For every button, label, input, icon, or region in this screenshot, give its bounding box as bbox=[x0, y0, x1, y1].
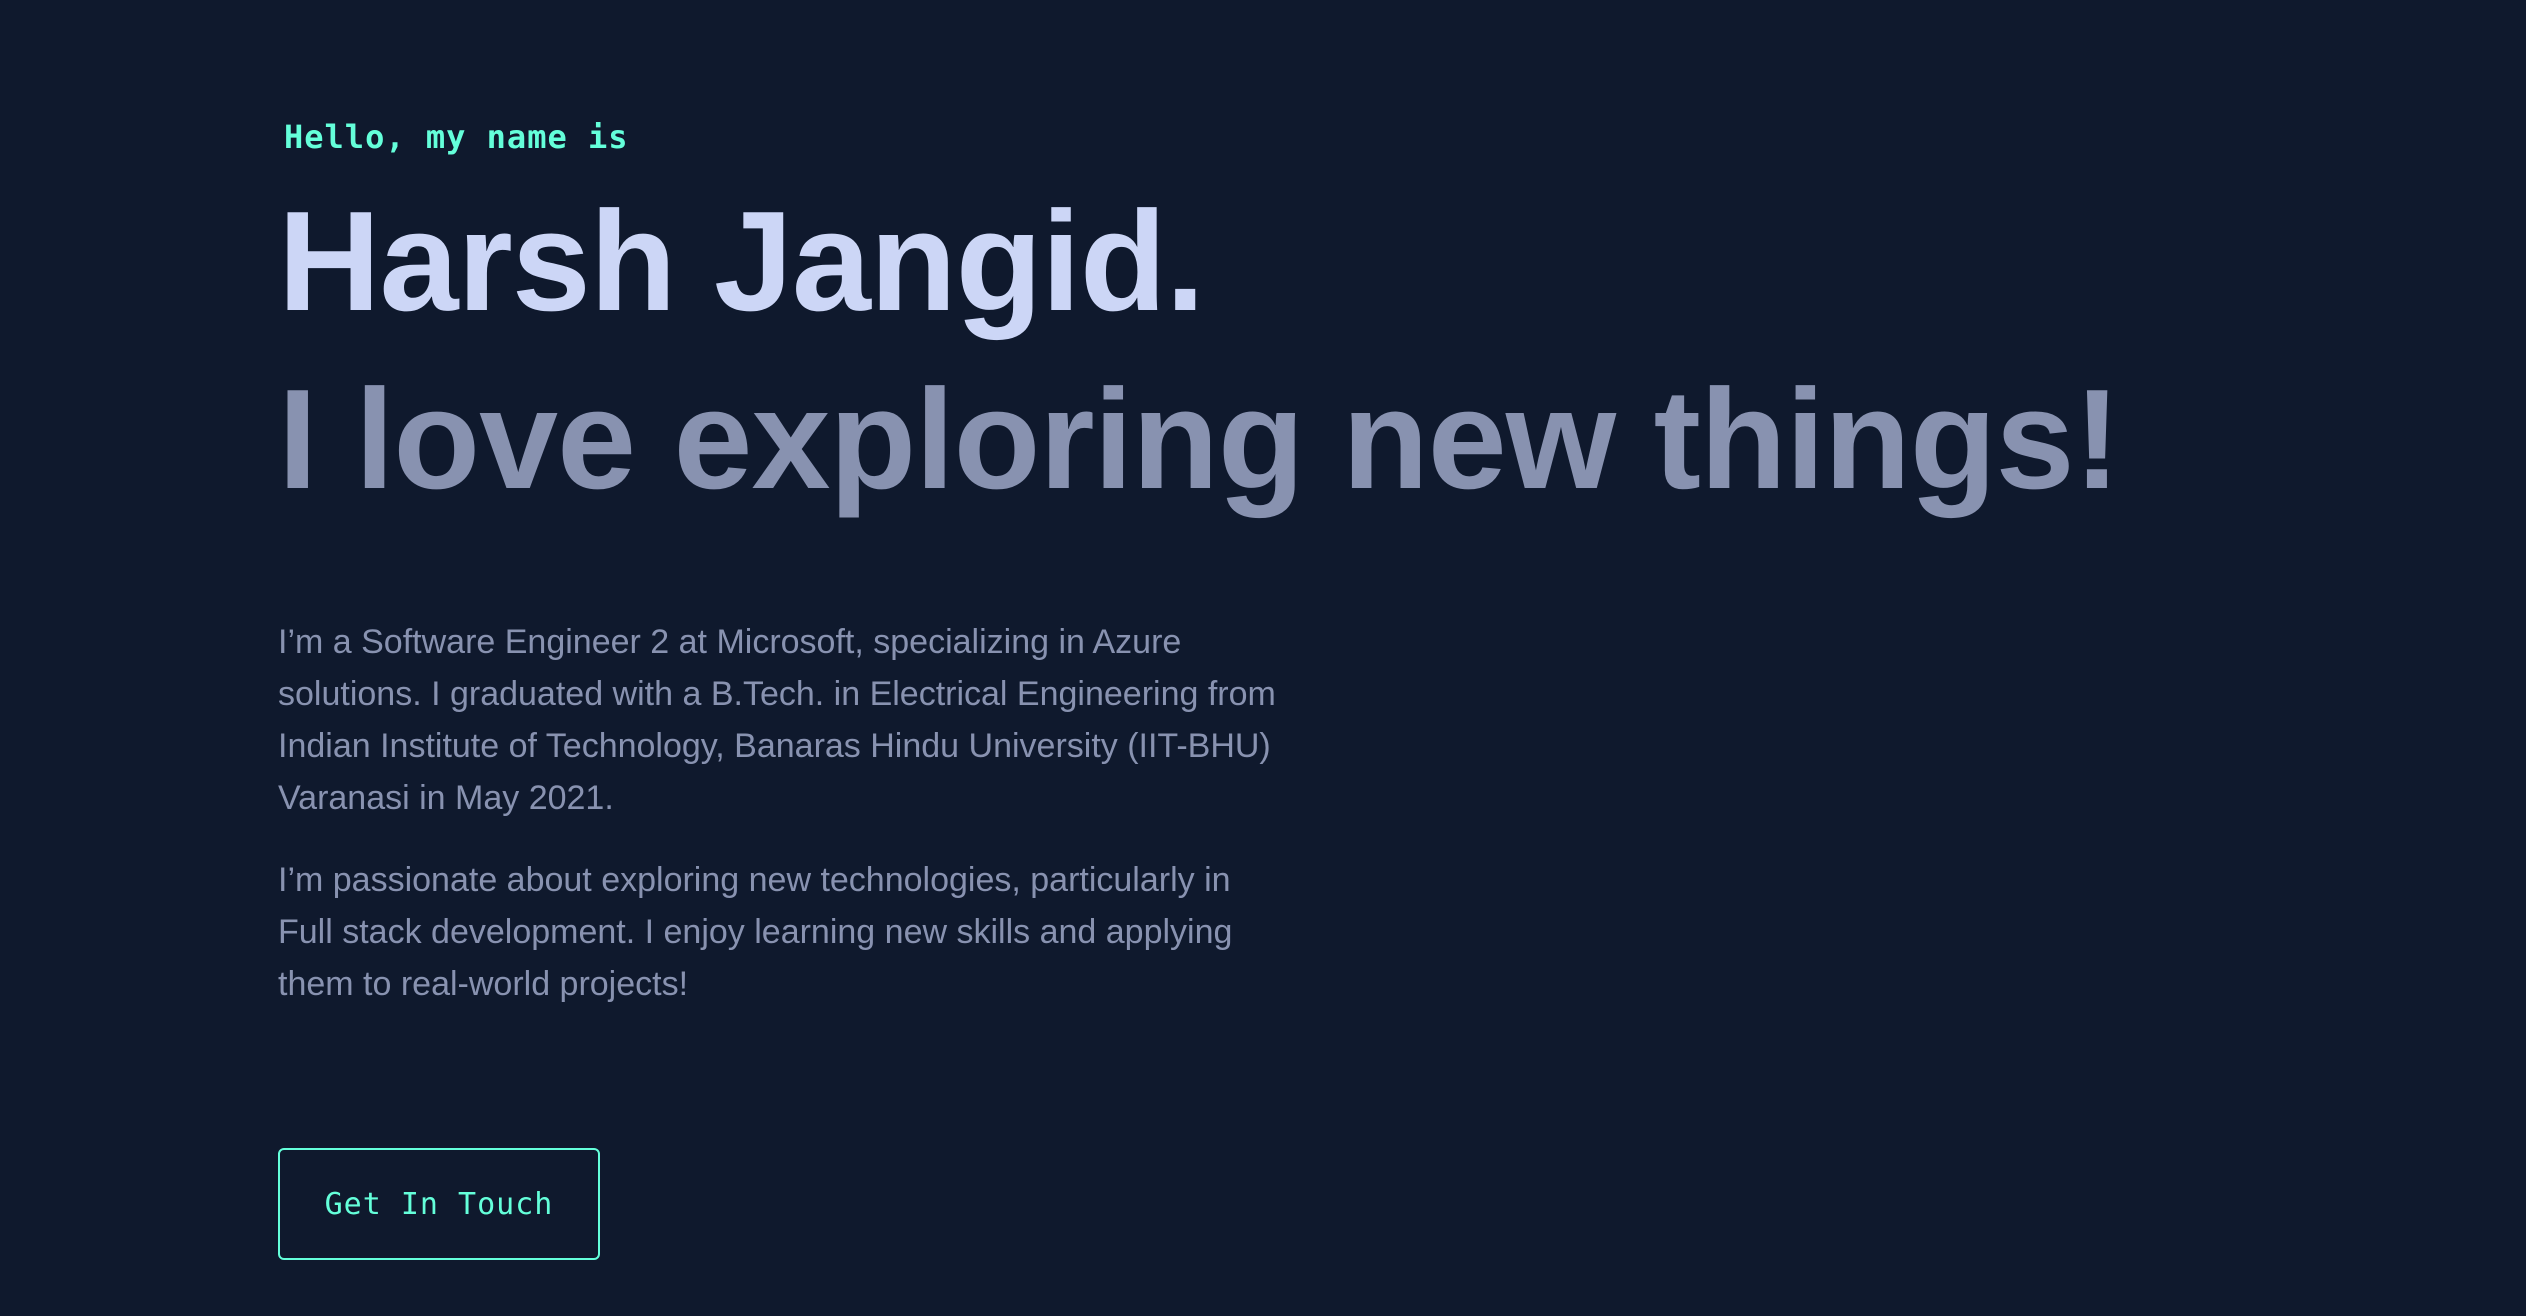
about-description: I’m a Software Engineer 2 at Microsoft, … bbox=[278, 616, 1278, 1040]
greeting-text: Hello, my name is bbox=[284, 118, 629, 156]
get-in-touch-button[interactable]: Get In Touch bbox=[278, 1148, 600, 1260]
about-paragraph-1: I’m a Software Engineer 2 at Microsoft, … bbox=[278, 623, 1276, 817]
tagline-heading: I love exploring new things! bbox=[278, 360, 2121, 519]
name-heading: Harsh Jangid. bbox=[278, 182, 1205, 341]
page: Hello, my name is Harsh Jangid. I love e… bbox=[0, 0, 2526, 1316]
about-paragraph-2: I’m passionate about exploring new techn… bbox=[278, 861, 1233, 1003]
